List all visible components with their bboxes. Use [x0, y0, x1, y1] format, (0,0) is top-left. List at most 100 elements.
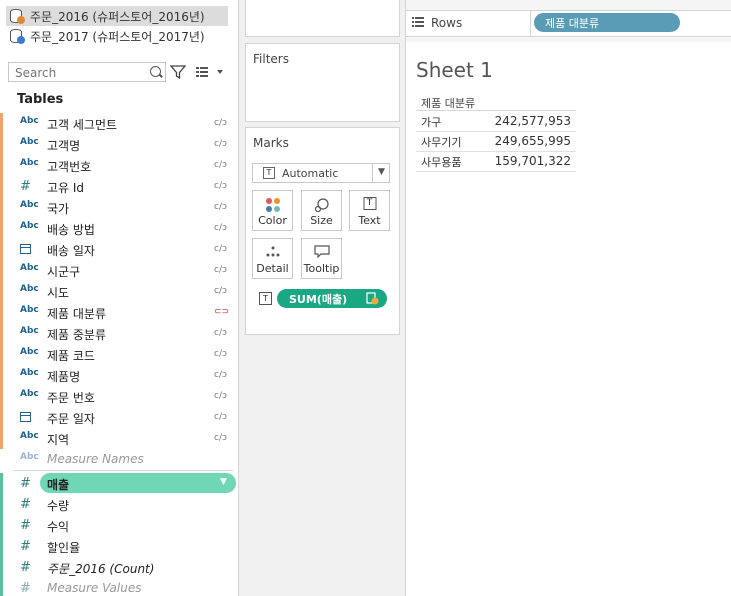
datasource-item-2016[interactable]: 주문_2016 (슈퍼스토어_2016년)	[6, 6, 228, 26]
color-label: Color	[258, 214, 287, 227]
field-accent-bar	[0, 113, 3, 134]
size-button[interactable]: Size	[301, 190, 342, 231]
color-button[interactable]: Color	[252, 190, 293, 231]
string-type-icon: Abc	[20, 368, 39, 378]
field-name: 시군구	[47, 265, 81, 279]
string-type-icon: Abc	[20, 221, 39, 231]
field-accent-bar	[0, 281, 3, 302]
measure-field-item[interactable]: # 할인율	[0, 536, 238, 557]
number-type-icon: #	[20, 581, 31, 596]
field-accent-bar	[0, 578, 3, 596]
field-item[interactable]: Abc 고객 세그먼트 c/ɔ	[0, 113, 238, 134]
link-icon: c/ɔ	[214, 118, 227, 128]
sheet-title: Sheet 1	[416, 58, 493, 82]
text-encoding-icon: T	[259, 292, 272, 305]
table-row[interactable]: 가구 242,577,953	[416, 111, 576, 132]
field-item[interactable]: Abc 시군구 c/ɔ	[0, 260, 238, 281]
row-category: 사무용품	[421, 156, 462, 169]
field-name: 수익	[47, 520, 70, 534]
link-icon: c/ɔ	[214, 160, 227, 170]
pages-card[interactable]	[245, 0, 400, 37]
size-icon	[314, 198, 329, 213]
detail-button[interactable]: Detail	[252, 238, 293, 279]
link-icon: c/ɔ	[214, 202, 227, 212]
field-name: 제품 대분류	[47, 307, 107, 321]
field-name: 매출	[47, 478, 70, 492]
link-icon: c/ɔ	[214, 412, 227, 422]
field-item[interactable]: Abc 고객번호 c/ɔ	[0, 155, 238, 176]
field-item[interactable]: Abc 지역 c/ɔ	[0, 428, 238, 449]
field-item[interactable]: # 고유 Id c/ɔ	[0, 176, 238, 197]
text-button[interactable]: T Text	[349, 190, 390, 231]
table-row[interactable]: 사무기기 249,655,995	[416, 131, 576, 152]
field-name: 주문 번호	[47, 391, 95, 405]
datasource-icon	[8, 28, 26, 44]
field-item[interactable]: Abc 제품명 c/ɔ	[0, 365, 238, 386]
field-item[interactable]: Abc 제품 코드 c/ɔ	[0, 344, 238, 365]
link-icon: c/ɔ	[214, 391, 227, 401]
filters-card[interactable]: Filters	[245, 43, 400, 122]
field-accent-bar	[0, 536, 3, 557]
datasource-icon	[8, 8, 26, 24]
link-icon: c/ɔ	[214, 223, 227, 233]
row-category: 가구	[421, 116, 442, 129]
field-item[interactable]: Abc Measure Names	[0, 449, 238, 470]
measure-field-item[interactable]: # 수량	[0, 494, 238, 515]
field-item[interactable]: Abc 고객명 c/ɔ	[0, 134, 238, 155]
filters-title: Filters	[253, 52, 289, 66]
field-item[interactable]: Abc 제품 대분류 ⊂⊃	[0, 302, 238, 323]
measure-field-item[interactable]: # 주문_2016 (Count)	[0, 557, 238, 578]
linked-field-icon: ⊂⊃	[214, 307, 230, 317]
measure-field-item[interactable]: # Measure Values	[0, 578, 238, 596]
field-name: 고객명	[47, 139, 81, 153]
text-mark-icon: T	[263, 167, 275, 179]
field-accent-bar	[0, 428, 3, 449]
dropdown-divider	[372, 164, 373, 182]
row-value: 249,655,995	[494, 134, 571, 148]
size-label: Size	[310, 214, 333, 227]
data-pane: 주문_2016 (슈퍼스토어_2016년) 주문_2017 (슈퍼스토어_201…	[0, 0, 239, 596]
chevron-down-icon[interactable]: ▼	[220, 477, 227, 487]
field-name: 배송 방법	[47, 223, 95, 237]
marks-title: Marks	[253, 136, 289, 150]
field-name: 제품 중분류	[47, 328, 107, 342]
calendar-icon	[20, 242, 40, 255]
field-name: 수량	[47, 499, 70, 513]
mark-type-dropdown[interactable]: T Automatic ▼	[252, 163, 390, 183]
rows-label: Rows	[431, 16, 463, 30]
measure-field-item[interactable]: # 수익	[0, 515, 238, 536]
search-input[interactable]	[13, 64, 145, 82]
link-icon: c/ɔ	[214, 370, 227, 380]
field-item[interactable]: 주문 일자 c/ɔ	[0, 407, 238, 428]
field-name: 주문_2016 (Count)	[47, 562, 155, 576]
rows-dimension-pill[interactable]: 제품 대분류	[534, 13, 680, 32]
field-item[interactable]: Abc 제품 중분류 c/ɔ	[0, 323, 238, 344]
measure-field-item[interactable]: # 매출 ▼	[0, 473, 238, 494]
field-item[interactable]: Abc 배송 방법 c/ɔ	[0, 218, 238, 239]
sum-measure-pill[interactable]: SUM(매출)	[277, 289, 387, 308]
tables-heading: Tables	[17, 92, 64, 107]
search-icon[interactable]	[150, 66, 161, 77]
number-type-icon: #	[20, 560, 31, 575]
field-item[interactable]: Abc 국가 c/ɔ	[0, 197, 238, 218]
string-type-icon: Abc	[20, 158, 39, 168]
tooltip-button[interactable]: Tooltip	[301, 238, 342, 279]
number-type-icon: #	[20, 179, 31, 194]
field-accent-bar	[0, 218, 3, 239]
field-name: 배송 일자	[47, 244, 95, 258]
chevron-down-icon[interactable]: ▼	[378, 167, 385, 177]
field-accent-bar	[0, 515, 3, 536]
datasource-label: 주문_2017 (슈퍼스토어_2017년)	[30, 29, 205, 44]
link-icon: c/ɔ	[214, 433, 227, 443]
detail-label: Detail	[256, 262, 289, 275]
table-row[interactable]: 사무용품 159,701,322	[416, 151, 576, 172]
filter-icon[interactable]	[170, 64, 186, 80]
field-item[interactable]: Abc 주문 번호 c/ɔ	[0, 386, 238, 407]
datasource-item-2017[interactable]: 주문_2017 (슈퍼스토어_2017년)	[8, 26, 205, 46]
field-item[interactable]: Abc 시도 c/ɔ	[0, 281, 238, 302]
field-accent-bar	[0, 557, 3, 578]
search-box[interactable]	[8, 62, 166, 82]
field-accent-bar	[0, 365, 3, 386]
view-options-icon[interactable]	[195, 66, 225, 78]
field-item[interactable]: 배송 일자 c/ɔ	[0, 239, 238, 260]
